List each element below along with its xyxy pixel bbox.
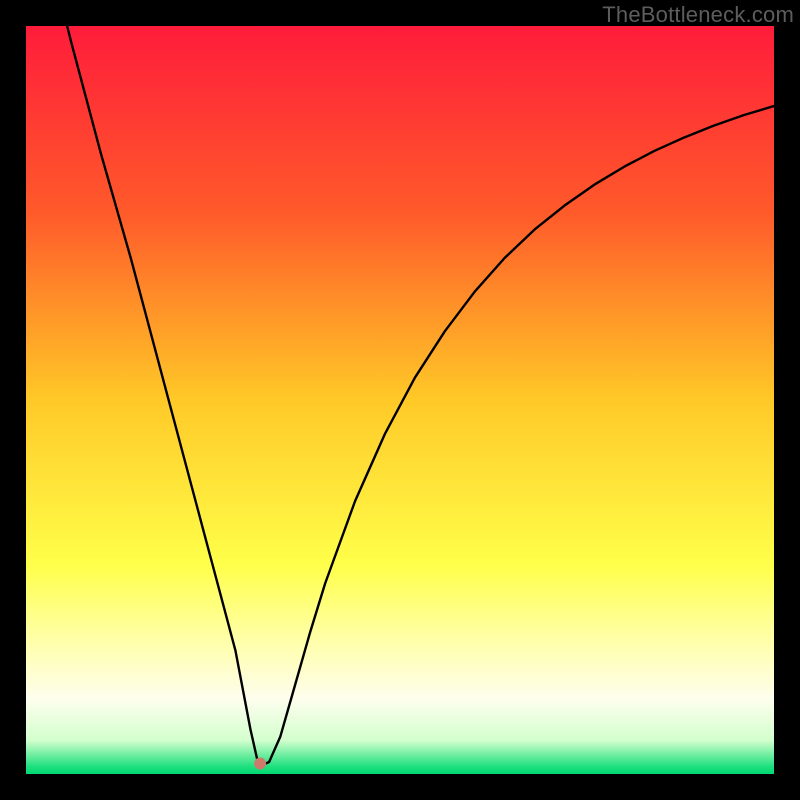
optimal-point-marker: [254, 758, 266, 770]
gradient-background: [26, 26, 774, 774]
chart-plot: [26, 26, 774, 774]
chart-frame: [26, 26, 774, 774]
watermark-text: TheBottleneck.com: [602, 2, 794, 28]
